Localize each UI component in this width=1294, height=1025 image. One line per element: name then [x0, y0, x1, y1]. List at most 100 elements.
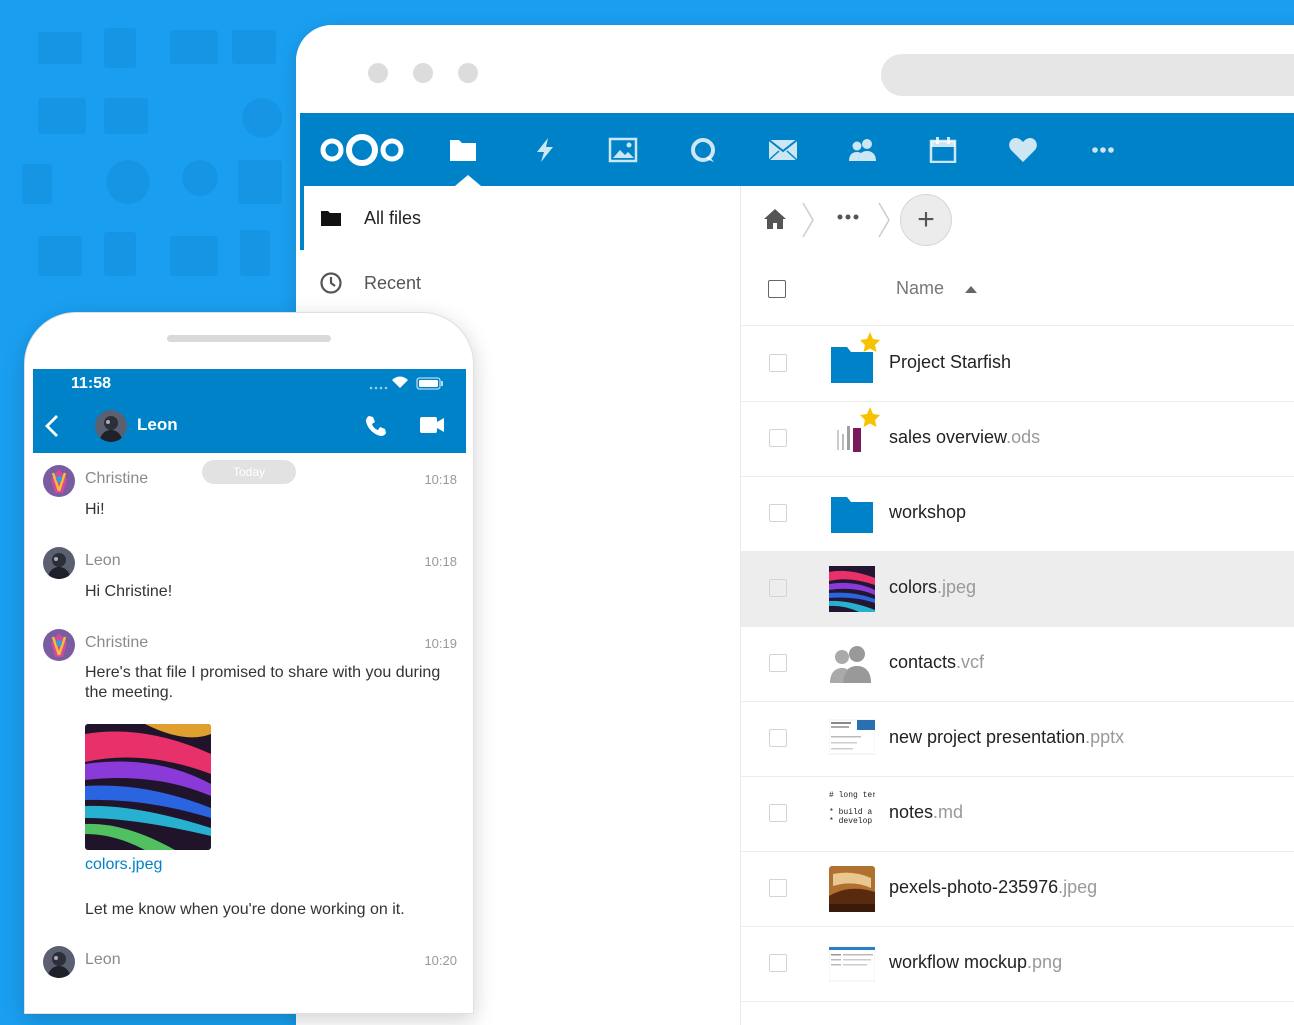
image-thumbnail — [829, 566, 875, 612]
shared-image-preview[interactable] — [85, 724, 211, 850]
file-extension: .vcf — [956, 652, 985, 672]
row-checkbox[interactable] — [769, 504, 787, 522]
files-icon[interactable] — [448, 137, 478, 163]
file-base-name: contacts — [889, 652, 957, 672]
favorites-icon[interactable] — [1008, 137, 1038, 163]
avatar[interactable] — [43, 946, 75, 978]
calendar-icon[interactable] — [928, 137, 958, 163]
select-all-checkbox[interactable] — [768, 280, 786, 298]
avatar[interactable] — [43, 465, 75, 497]
file-name[interactable]: new project presentation.pptx — [889, 727, 1124, 748]
message-author: Leon — [85, 552, 121, 569]
signal-icon — [369, 386, 388, 390]
phone-call-icon[interactable] — [365, 415, 387, 437]
avatar[interactable] — [43, 547, 75, 579]
activity-icon[interactable] — [530, 137, 560, 163]
add-new-button[interactable]: + — [900, 194, 952, 246]
file-name[interactable]: sales overview.ods — [889, 427, 1040, 448]
sidebar-item-recent[interactable]: Recent — [300, 251, 740, 315]
file-row[interactable]: workflow mockup.png — [741, 926, 1294, 1002]
home-icon[interactable] — [763, 208, 787, 230]
more-icon[interactable] — [1088, 137, 1118, 163]
row-checkbox[interactable] — [769, 804, 787, 822]
more-icon[interactable] — [837, 212, 859, 222]
thumbnail-text-line: * develop a — [829, 817, 875, 826]
file-name[interactable]: pexels-photo-235976.jpeg — [889, 877, 1097, 898]
talk-icon[interactable] — [688, 137, 718, 163]
file-base-name: workflow mockup — [889, 952, 1028, 972]
file-row[interactable]: pexels-photo-235976.jpeg — [741, 851, 1294, 927]
row-checkbox[interactable] — [769, 654, 787, 672]
message-author: Christine — [85, 634, 149, 651]
row-checkbox[interactable] — [769, 429, 787, 447]
row-checkbox[interactable] — [769, 879, 787, 897]
contacts-icon[interactable] — [848, 137, 878, 163]
files-table-header: Name — [741, 252, 1294, 326]
photos-icon[interactable] — [608, 137, 638, 163]
status-time: 11:58 — [71, 375, 112, 392]
row-checkbox[interactable] — [769, 729, 787, 747]
sort-ascending-icon[interactable] — [965, 286, 977, 293]
sidebar-item-all-files[interactable]: All files — [300, 186, 744, 250]
window-close-dot[interactable] — [368, 63, 388, 83]
sidebar-item-label: Recent — [364, 272, 422, 293]
phone-status-bar: 11:58 — [33, 369, 466, 399]
folder-icon — [321, 211, 341, 226]
app-header — [300, 113, 1294, 186]
row-checkbox[interactable] — [769, 354, 787, 372]
mail-icon[interactable] — [768, 137, 798, 163]
file-row[interactable]: Project Starfish — [741, 326, 1294, 402]
attachment-link[interactable]: colors.jpeg — [85, 856, 162, 874]
presentation-thumbnail — [829, 719, 875, 755]
date-separator: Today — [202, 460, 296, 484]
active-app-indicator — [455, 175, 481, 186]
nextcloud-logo[interactable] — [318, 133, 406, 167]
folder-icon — [831, 497, 873, 533]
wifi-icon — [392, 376, 408, 388]
chevron-right-icon — [802, 202, 814, 238]
file-row[interactable]: sales overview.ods — [741, 401, 1294, 477]
window-zoom-dot[interactable] — [458, 63, 478, 83]
favorite-star-icon[interactable] — [859, 406, 881, 428]
message-text: Here's that file I promised to share wit… — [85, 664, 441, 701]
file-row[interactable]: # long term * build a ne* develop a notes.… — [741, 776, 1294, 852]
file-row[interactable]: new project presentation.pptx — [741, 701, 1294, 777]
file-base-name: new project presentation — [889, 727, 1086, 747]
avatar[interactable] — [43, 629, 75, 661]
file-base-name: pexels-photo-235976 — [889, 877, 1059, 897]
file-extension: .jpeg — [1058, 877, 1098, 897]
video-call-icon[interactable] — [419, 416, 445, 434]
file-row[interactable]: colors.jpeg — [741, 551, 1294, 627]
message-time: 10:19 — [424, 636, 457, 651]
thumbnail-text-line: * build a ne — [829, 808, 875, 817]
favorite-star-icon[interactable] — [859, 331, 881, 353]
file-name[interactable]: colors.jpeg — [889, 577, 976, 598]
file-base-name: workshop — [889, 502, 967, 522]
file-name[interactable]: contacts.vcf — [889, 652, 984, 673]
browser-chrome — [296, 25, 1294, 113]
message-text: Hi! — [85, 501, 105, 518]
file-row[interactable]: workshop — [741, 476, 1294, 552]
file-row[interactable]: contacts.vcf — [741, 626, 1294, 702]
file-name[interactable]: notes.md — [889, 802, 963, 823]
file-extension: .ods — [1006, 427, 1041, 447]
breadcrumb: + — [741, 186, 1294, 252]
back-chevron-icon[interactable] — [45, 414, 59, 438]
chat-contact-name[interactable]: Leon — [137, 415, 178, 435]
avatar[interactable] — [95, 410, 127, 442]
message-time: 10:18 — [424, 554, 457, 569]
message-time: 10:20 — [424, 953, 457, 968]
row-checkbox[interactable] — [769, 579, 787, 597]
window-minimize-dot[interactable] — [413, 63, 433, 83]
name-column-header[interactable]: Name — [896, 278, 944, 299]
file-base-name: notes — [889, 802, 934, 822]
file-name[interactable]: workflow mockup.png — [889, 952, 1062, 973]
battery-icon — [416, 377, 443, 390]
file-base-name: Project Starfish — [889, 352, 1012, 372]
file-name[interactable]: workshop — [889, 502, 966, 523]
file-name[interactable]: Project Starfish — [889, 352, 1011, 373]
row-checkbox[interactable] — [769, 954, 787, 972]
address-bar[interactable] — [881, 54, 1294, 96]
mockup-thumbnail — [829, 946, 875, 982]
chat-header: Leon — [33, 399, 466, 453]
